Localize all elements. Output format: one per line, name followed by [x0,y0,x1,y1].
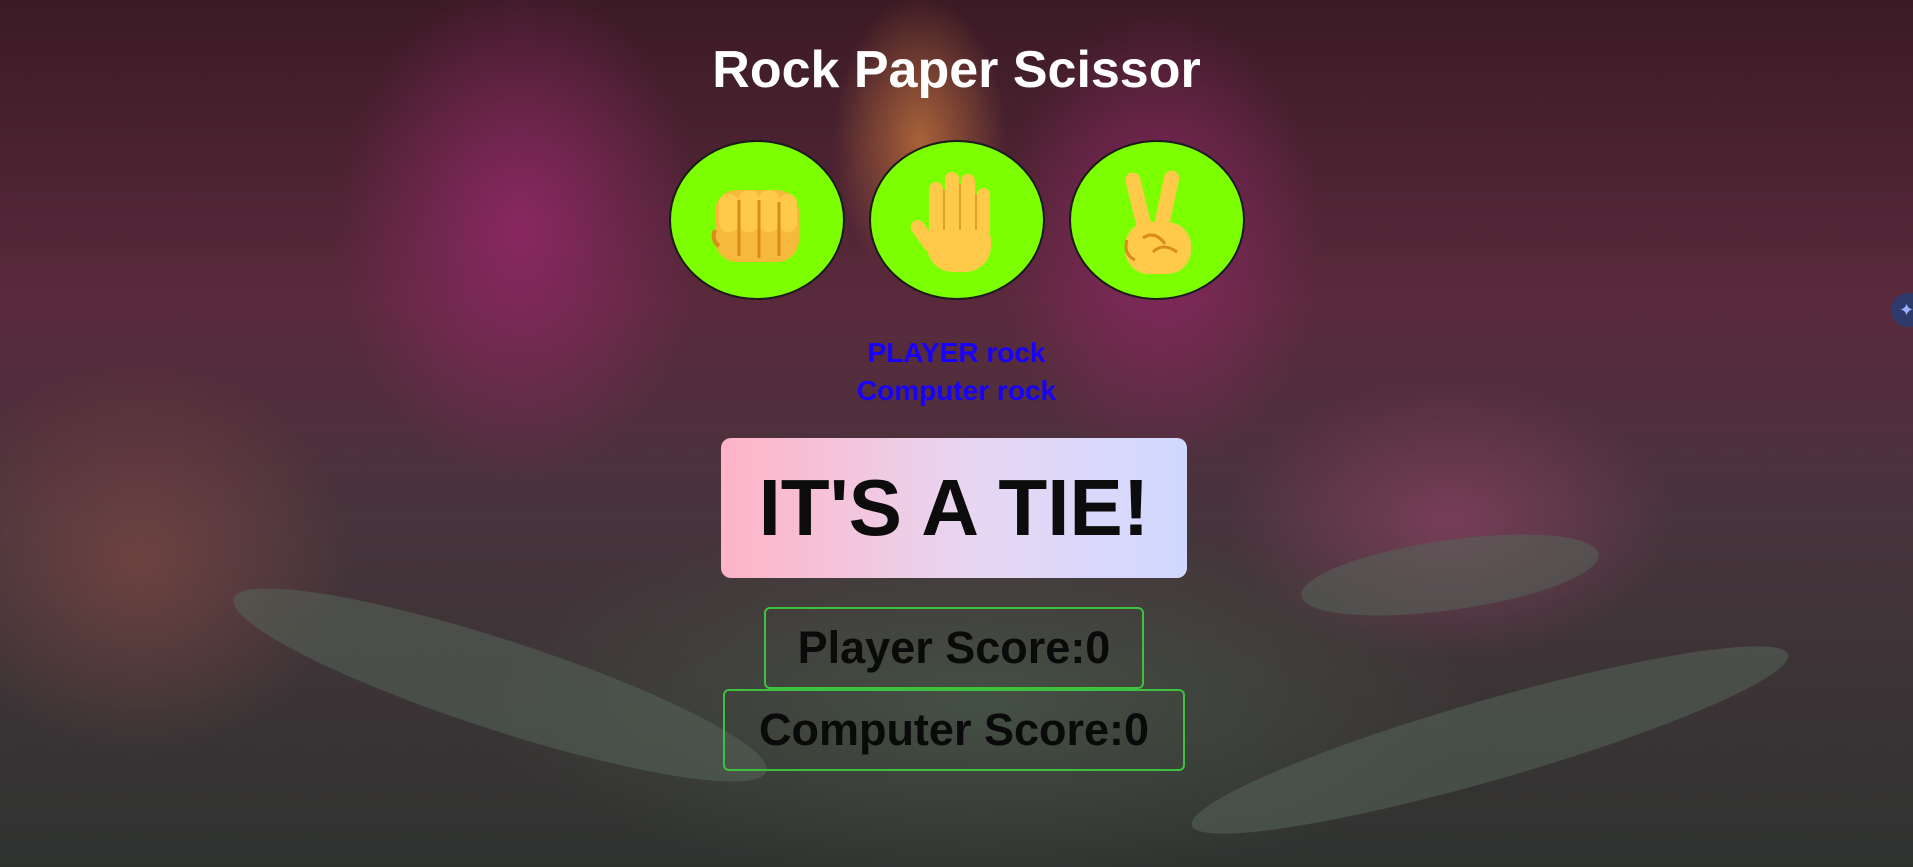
victory-hand-icon [1124,170,1191,274]
computer-score: Computer Score:0 [723,689,1185,771]
raised-hand-icon [910,172,991,272]
rock-button[interactable] [668,140,845,300]
background-leaf [1296,519,1604,631]
background-leaf [1180,616,1800,864]
background-leaf [219,555,781,815]
scissor-button[interactable] [1068,140,1245,300]
fist-icon [711,190,799,262]
result-banner: IT'S A TIE! [721,438,1187,578]
choice-buttons [0,140,1913,300]
computer-choice-message: Computer rock [856,375,1057,406]
player-choice-message: PLAYER rock [867,337,1046,368]
game-title: Rock Paper Scissor [712,41,1201,99]
paper-button[interactable] [868,140,1045,300]
sparkle-icon[interactable]: ✦ [1891,293,1913,327]
player-score: Player Score:0 [764,607,1144,689]
